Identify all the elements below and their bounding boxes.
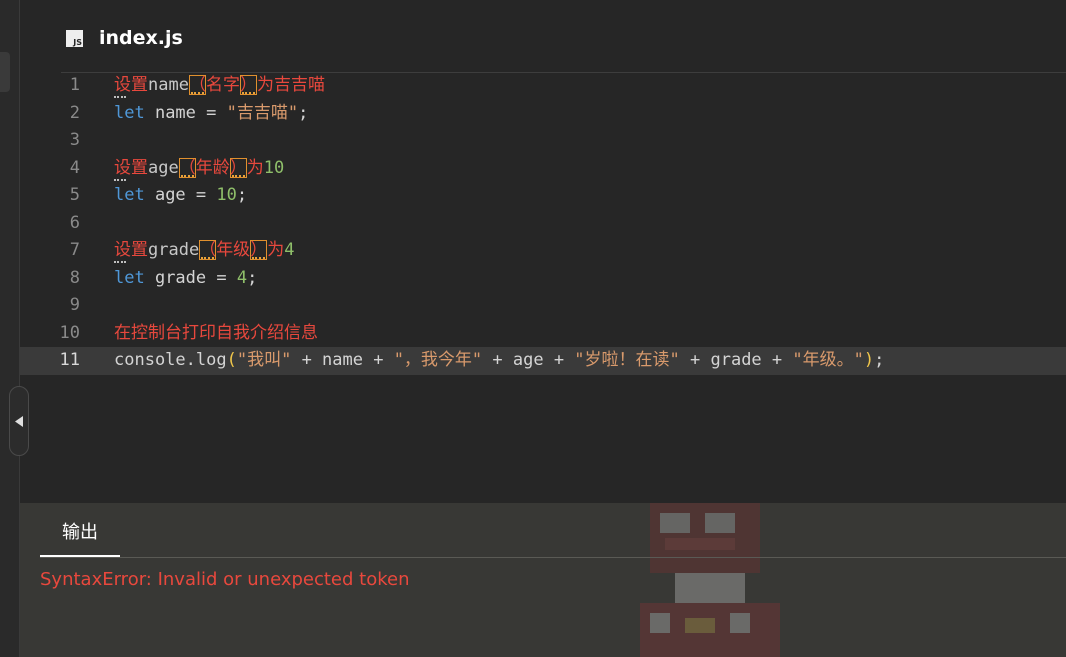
code-token: + age + [482, 350, 575, 370]
line-number: 11 [59, 350, 80, 370]
line-code: 设置name（名字）为吉吉喵 [114, 72, 325, 100]
code-line[interactable]: 5 let age = 10; [20, 182, 1066, 210]
code-token: ; [236, 185, 248, 205]
line-code: 设置grade（年级）为4 [114, 237, 294, 265]
code-editor[interactable]: JS index.js 1 设置name（名字）为吉吉喵 2 let name = "… [20, 0, 1066, 503]
code-token: 为 [267, 240, 285, 260]
line-code: let name = "吉吉喵"; [114, 100, 308, 128]
code-token: 年龄 [195, 157, 230, 178]
code-token: "我叫" [236, 350, 292, 370]
code-token: ; [298, 102, 309, 123]
lint-warning-token: ） [250, 240, 268, 260]
code-line[interactable]: 7 设置grade（年级）为4 [20, 237, 1066, 265]
file-header: JS index.js [66, 26, 183, 50]
lint-hint-dots [114, 258, 126, 263]
line-number: 3 [69, 130, 80, 150]
code-area[interactable]: 1 设置name（名字）为吉吉喵 2 let name = "吉吉喵"; 3 4 设置age… [20, 72, 1066, 375]
code-token: let [114, 267, 145, 288]
caret-left-icon [14, 415, 23, 427]
code-token: ; [874, 350, 885, 370]
line-code: let grade = 4; [114, 265, 257, 293]
lint-warning-token: ） [229, 157, 247, 178]
line-code: 在控制台打印自我介绍信息 [114, 320, 318, 348]
code-token: 设置 [114, 157, 148, 178]
lint-warning-token: （ [199, 240, 217, 260]
code-token: name = [144, 102, 227, 123]
code-token: name [148, 75, 189, 95]
rail-tab[interactable] [0, 52, 10, 92]
code-token: + name + [291, 350, 394, 370]
code-token: 在控制台打印自我介绍信息 [114, 322, 318, 343]
code-line[interactable]: 3 [20, 127, 1066, 155]
line-number: 2 [69, 102, 80, 123]
code-token: 10 [263, 157, 285, 178]
line-number: 4 [69, 157, 80, 178]
js-file-icon: JS [66, 29, 83, 47]
code-line[interactable]: 8 let grade = 4; [20, 265, 1066, 293]
output-error-message: SyntaxError: Invalid or unexpected token [40, 569, 410, 590]
line-number: 7 [69, 240, 80, 260]
line-number: 8 [69, 267, 80, 288]
code-token: ; [247, 267, 258, 288]
lint-hint-dots [114, 93, 126, 98]
code-token: 10 [216, 185, 237, 205]
code-token: 设置 [114, 75, 148, 95]
code-line[interactable]: 4 设置age（年龄）为10 [20, 155, 1066, 183]
code-line[interactable]: 2 let name = "吉吉喵"; [20, 100, 1066, 128]
code-token: 年级 [216, 240, 251, 260]
output-divider [40, 557, 1066, 558]
code-token: ) [863, 350, 875, 370]
code-token: 为吉吉喵 [256, 75, 325, 95]
code-token: 4 [284, 240, 295, 260]
code-token: age = [144, 185, 217, 205]
line-number: 9 [69, 295, 80, 315]
line-number: 6 [69, 212, 80, 233]
line-number: 5 [69, 185, 80, 205]
lint-warning-token: （ [188, 75, 206, 95]
background-figure-image [640, 503, 780, 657]
code-line[interactable]: 9 [20, 292, 1066, 320]
code-token: 4 [236, 267, 248, 288]
left-rail [0, 0, 20, 657]
code-token: 设置 [114, 240, 148, 260]
code-line[interactable]: 1 设置name（名字）为吉吉喵 [20, 72, 1066, 100]
code-line[interactable]: 6 [20, 210, 1066, 238]
output-panel: 输出 SyntaxError: Invalid or unexpected to… [20, 503, 1066, 657]
code-token: grade [148, 240, 200, 260]
code-token: let [114, 185, 145, 205]
lint-warning-token: （ [178, 157, 196, 178]
code-token: let [114, 102, 145, 123]
file-name: index.js [99, 27, 183, 49]
tab-output[interactable]: 输出 [40, 503, 120, 558]
collapse-panel-button[interactable] [9, 386, 29, 456]
code-token: grade = [144, 267, 237, 288]
code-token: ( [226, 350, 237, 370]
lint-hint-dots [114, 176, 126, 181]
code-token: console.log [114, 350, 227, 370]
lint-warning-token: ） [239, 75, 257, 95]
js-file-icon-label: JS [73, 37, 82, 47]
code-token: "吉吉喵" [226, 102, 299, 123]
code-token: 为 [246, 157, 264, 178]
code-token: "，我今年" [393, 350, 483, 370]
code-token: + grade + [679, 350, 793, 370]
line-number: 1 [69, 75, 80, 95]
code-token: 名字 [205, 75, 240, 95]
line-code: 设置age（年龄）为10 [114, 155, 284, 183]
line-code: let age = 10; [114, 182, 247, 210]
code-token: "年级。" [792, 350, 864, 370]
code-line[interactable]: 11 console.log("我叫" + name + "，我今年" + age… [20, 347, 1066, 375]
code-token: age [148, 157, 179, 178]
code-line[interactable]: 10 在控制台打印自我介绍信息 [20, 320, 1066, 348]
line-code: console.log("我叫" + name + "，我今年" + age +… [114, 347, 884, 375]
code-token: "岁啦！在读" [574, 350, 680, 370]
line-number: 10 [59, 322, 80, 343]
